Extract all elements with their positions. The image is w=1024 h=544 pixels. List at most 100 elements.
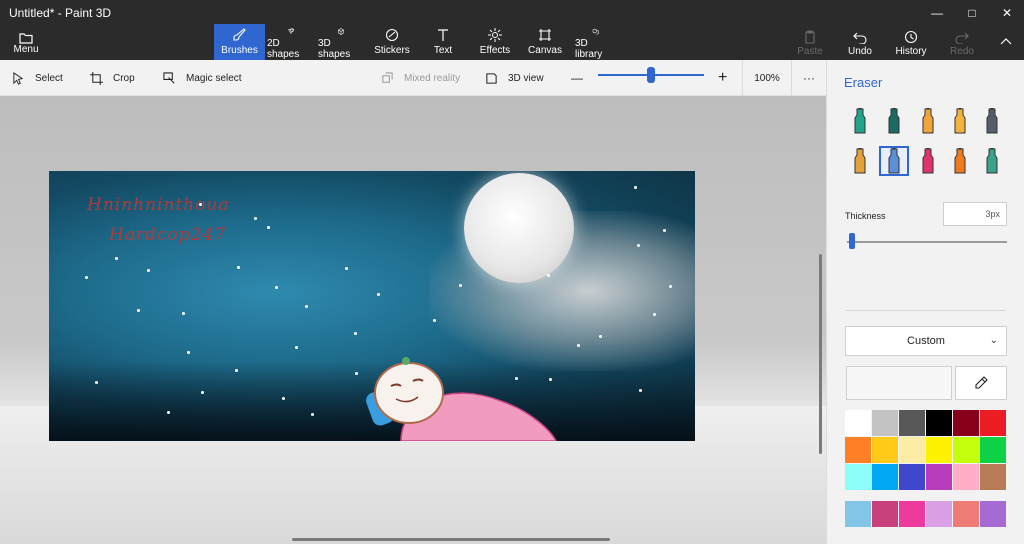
color-swatch[interactable] xyxy=(926,410,952,436)
pixel-pen-icon xyxy=(986,108,998,134)
magic-select-button[interactable]: Magic select xyxy=(163,60,242,96)
star-dot xyxy=(634,186,637,189)
tab-label: 2D shapes xyxy=(267,38,300,60)
star-dot xyxy=(377,293,380,296)
custom-color-swatch[interactable] xyxy=(899,501,925,527)
menu-button[interactable]: Menu xyxy=(0,26,52,60)
star-dot xyxy=(167,411,170,414)
toolbar: Select Crop Magic select Mixed reality 3… xyxy=(0,60,826,96)
color-swatch[interactable] xyxy=(953,410,979,436)
zoom-percent[interactable]: 100% xyxy=(742,60,792,96)
brush-watercolor[interactable] xyxy=(945,106,975,136)
color-swatch[interactable] xyxy=(845,464,871,490)
history-button[interactable]: History xyxy=(895,26,927,60)
color-swatch[interactable] xyxy=(980,410,1006,436)
brush-oil-brush[interactable] xyxy=(913,106,943,136)
brush-spray-can[interactable] xyxy=(945,146,975,176)
zoom-in-button[interactable]: + xyxy=(718,60,727,96)
color-swatch[interactable] xyxy=(899,410,925,436)
star-dot xyxy=(669,285,672,288)
color-swatch[interactable] xyxy=(899,437,925,463)
color-mode-dropdown[interactable]: Custom ⌄ xyxy=(845,326,1007,356)
tab-3d-library[interactable]: 3D library xyxy=(575,24,617,60)
custom-color-swatch[interactable] xyxy=(845,501,871,527)
horizontal-scrollbar[interactable] xyxy=(292,538,610,541)
thickness-slider-track[interactable] xyxy=(847,241,1007,243)
brush-fill[interactable] xyxy=(977,146,1007,176)
pencil-icon xyxy=(854,148,866,174)
star-dot xyxy=(653,313,656,316)
tab-effects[interactable]: Effects xyxy=(478,24,512,60)
watercolor-icon xyxy=(954,108,966,134)
crop-button[interactable]: Crop xyxy=(90,60,135,96)
paste-button[interactable]: Paste xyxy=(797,26,823,60)
maximize-button[interactable]: □ xyxy=(955,0,989,26)
color-swatch[interactable] xyxy=(953,437,979,463)
star-dot xyxy=(85,276,88,279)
color-swatch[interactable] xyxy=(926,437,952,463)
color-swatch[interactable] xyxy=(872,410,898,436)
color-swatch[interactable] xyxy=(845,410,871,436)
eyedropper-icon xyxy=(975,376,988,389)
select-button[interactable]: Select xyxy=(12,60,63,96)
marker-icon xyxy=(854,108,866,134)
zoom-out-button[interactable]: — xyxy=(571,60,583,96)
brush-marker[interactable] xyxy=(845,106,875,136)
vertical-scrollbar[interactable] xyxy=(819,254,822,454)
eyedropper-button[interactable] xyxy=(955,366,1007,400)
close-button[interactable]: ✕ xyxy=(990,0,1024,26)
select-label: Select xyxy=(35,72,63,84)
brush-calligraphy-pen[interactable] xyxy=(879,106,909,136)
color-swatch[interactable] xyxy=(953,464,979,490)
mixed-reality-button[interactable]: Mixed reality xyxy=(381,60,460,96)
tab-3d-shapes[interactable]: 3D shapes xyxy=(318,24,364,60)
brush-crayon[interactable] xyxy=(913,146,943,176)
color-swatch[interactable] xyxy=(845,437,871,463)
brush-pixel-pen[interactable] xyxy=(977,106,1007,136)
brush-panel: Eraser Thickness 3px Custom ⌄ xyxy=(826,60,1024,544)
custom-color-swatch[interactable] xyxy=(953,501,979,527)
color-swatch[interactable] xyxy=(872,464,898,490)
tab-stickers[interactable]: Stickers xyxy=(373,24,411,60)
3d-view-button[interactable]: 3D view xyxy=(485,60,544,96)
color-mode-value: Custom xyxy=(907,335,945,347)
redo-label: Redo xyxy=(950,45,974,57)
tab-brushes[interactable]: Brushes xyxy=(214,24,265,60)
history-label: History xyxy=(895,45,927,57)
star-dot xyxy=(354,332,357,335)
tab-label: Canvas xyxy=(528,45,562,56)
star-dot xyxy=(254,217,257,220)
more-options-button[interactable]: ··· xyxy=(796,60,822,96)
custom-color-swatch[interactable] xyxy=(980,501,1006,527)
tab-text[interactable]: Text xyxy=(430,24,456,60)
star-dot xyxy=(147,269,150,272)
color-swatch[interactable] xyxy=(926,464,952,490)
tab-label: Brushes xyxy=(221,45,258,56)
window-title: Untitled* - Paint 3D xyxy=(9,6,112,20)
color-swatch[interactable] xyxy=(899,464,925,490)
color-swatch[interactable] xyxy=(872,437,898,463)
thickness-input[interactable]: 3px xyxy=(943,202,1007,226)
drawing-canvas[interactable]: Hninhninthoua Hardcop247 xyxy=(49,171,695,441)
color-swatch[interactable] xyxy=(980,464,1006,490)
thickness-slider-thumb[interactable] xyxy=(849,233,856,249)
brush-pencil[interactable] xyxy=(845,146,875,176)
custom-color-swatch[interactable] xyxy=(926,501,952,527)
minimize-button[interactable]: — xyxy=(920,0,954,26)
zoom-slider-thumb[interactable] xyxy=(647,67,655,83)
redo-button[interactable]: Redo xyxy=(950,26,974,60)
chevron-up-icon xyxy=(1000,38,1012,45)
ribbon: Untitled* - Paint 3D — □ ✕ Menu Brushes … xyxy=(0,0,1024,60)
brush-eraser[interactable] xyxy=(879,146,909,176)
text-icon xyxy=(438,29,448,41)
star-dot xyxy=(639,389,642,392)
star-dot xyxy=(577,344,580,347)
stickers-icon xyxy=(385,28,399,42)
custom-color-swatch[interactable] xyxy=(872,501,898,527)
undo-button[interactable]: Undo xyxy=(848,26,872,60)
current-color-box[interactable] xyxy=(846,366,952,400)
color-swatch[interactable] xyxy=(980,437,1006,463)
tab-2d-shapes[interactable]: 2D shapes xyxy=(267,24,314,60)
collapse-ribbon-button[interactable] xyxy=(996,26,1016,60)
tab-canvas[interactable]: Canvas xyxy=(528,24,562,60)
